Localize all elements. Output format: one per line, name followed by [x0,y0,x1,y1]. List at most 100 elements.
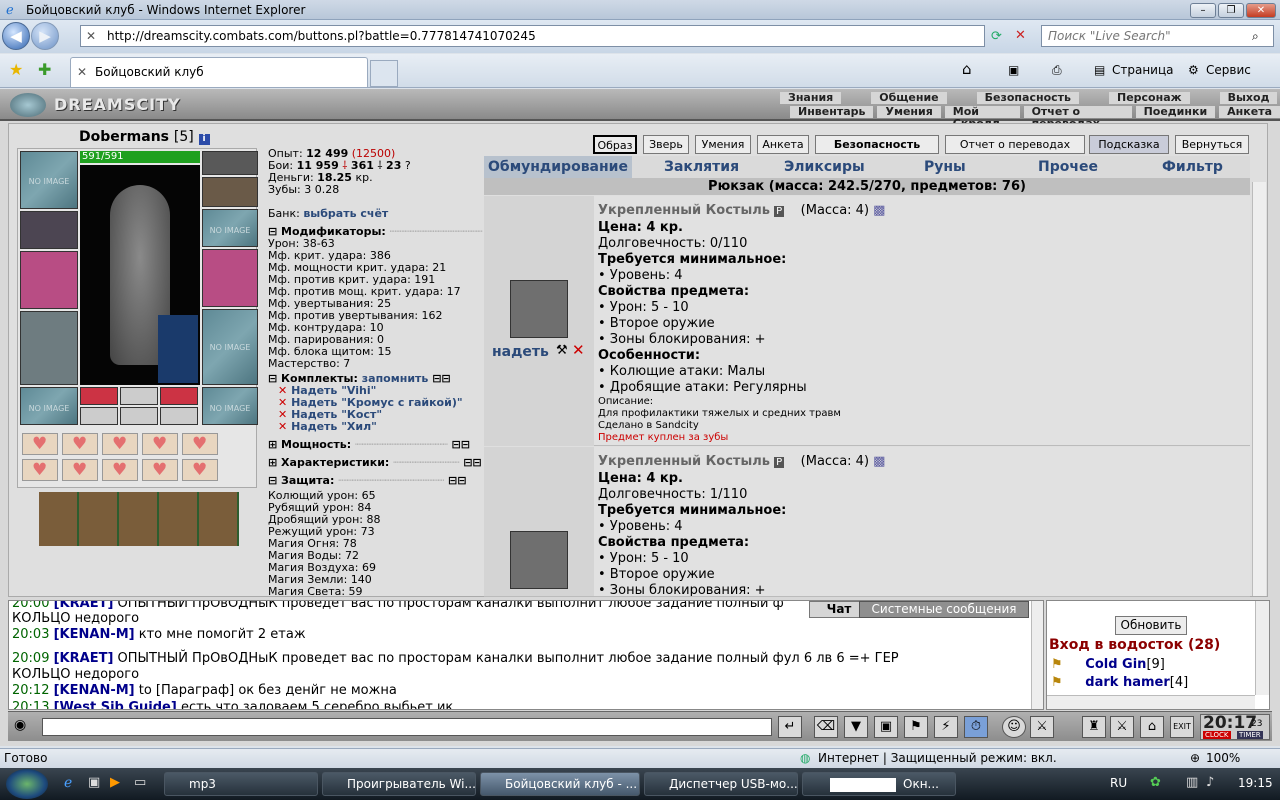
close-window-button[interactable]: ✕ [1246,3,1276,18]
save-icon[interactable]: ▣ [874,716,898,738]
smiles-icon[interactable]: ☺ [1002,716,1026,738]
media-quicklaunch-icon[interactable]: ▶ [110,775,120,790]
menu-skills[interactable]: Умения [877,106,941,118]
menu-my-scroll[interactable]: Мой Скролл [944,106,1020,130]
online-scrollbar[interactable] [1255,601,1269,695]
language-indicator[interactable]: RU [1110,776,1127,790]
minimize-button[interactable]: – [1190,3,1216,18]
fight-icon[interactable]: ⚔ [1110,716,1134,738]
scroll-slot-1[interactable] [22,433,58,455]
tab-active[interactable]: ✕ Бойцовский клуб [70,57,368,87]
wear-item-link[interactable]: надеть [492,344,549,360]
slot-ring-3[interactable] [160,387,198,405]
menu-transfer-report[interactable]: Отчет о переводах [1023,106,1132,130]
add-favorite-icon[interactable]: ✚ [38,60,51,79]
exit-icon[interactable]: EXIT [1170,716,1194,738]
tab-runes[interactable]: Руны [924,159,966,175]
slot-ring-1[interactable] [80,387,118,405]
tab-spells[interactable]: Заклятия [664,159,739,175]
scroll-slot-7[interactable] [62,459,98,481]
item-image[interactable] [510,531,568,589]
tab-filter[interactable]: Фильтр [1162,159,1223,175]
tab-elixirs[interactable]: Эликсиры [784,159,865,175]
volume-icon[interactable]: ♪ [1206,775,1214,790]
clans-icon[interactable]: ⚔ [1030,716,1054,738]
timer-label[interactable]: TIMER [1237,731,1263,739]
home-icon[interactable]: ⌂ [962,60,972,78]
bag-icon[interactable]: ♜ [1082,716,1106,738]
set-item[interactable]: ✕ Надеть "Хил" [268,421,505,433]
slot-rune-3[interactable] [160,407,198,425]
menu-fights[interactable]: Поединки [1135,106,1216,118]
slot-pants[interactable]: NO IMAGE [202,309,258,385]
item-name[interactable]: Укрепленный Костыль [598,203,770,218]
start-button[interactable] [6,769,48,799]
slot-bracers[interactable] [20,211,78,249]
effects-icons[interactable] [39,492,239,546]
item-image[interactable] [510,280,568,338]
character-avatar[interactable] [80,165,200,385]
favorites-star-icon[interactable]: ★ [9,60,23,79]
send-icon[interactable]: ↵ [778,716,802,738]
new-tab-button[interactable] [370,60,398,87]
clear-icon[interactable]: ⌫ [814,716,838,738]
explorer-quicklaunch-icon[interactable]: ▣ [88,775,100,790]
back-button[interactable]: ◀ [2,22,30,50]
slot-shield[interactable] [202,249,258,307]
desktop-quicklaunch-icon[interactable]: ▭ [134,775,146,790]
scroll-slot-6[interactable] [22,459,58,481]
online-user[interactable]: ⚑ dark hamer[4] [1051,675,1188,690]
scroll-slot-2[interactable] [62,433,98,455]
scroll-slot-5[interactable] [182,433,218,455]
task-mp3[interactable]: mp3 [164,772,318,796]
hint-button[interactable]: Подсказка [1089,135,1169,154]
menu-inventory[interactable]: Инвентарь [790,106,874,118]
chat-settings-icon[interactable]: ◉ [14,717,26,733]
menu-security[interactable]: Безопасность [976,92,1079,104]
tray-clock[interactable]: 19:15 [1238,776,1273,790]
print-icon[interactable]: ⎙ [1052,63,1062,78]
scroll-slot-4[interactable] [142,433,178,455]
slot-belt[interactable]: NO IMAGE [20,387,78,425]
scroll-slot-3[interactable] [102,433,138,455]
return-button[interactable]: Вернуться [1175,135,1249,154]
appearance-button[interactable]: Образ [593,135,637,154]
clock-label[interactable]: CLOCK [1203,731,1231,739]
transfer-report-button[interactable]: Отчет о переводах [945,135,1085,154]
chat-scrollbar[interactable] [1031,601,1043,709]
slot-armor[interactable] [20,311,78,385]
slot-weapon[interactable] [20,251,78,309]
tools-menu[interactable]: Сервис [1206,63,1251,77]
tab-other[interactable]: Прочее [1038,159,1098,175]
pet-button[interactable]: Зверь [643,135,689,154]
tab-equipment[interactable]: Обмундирование [484,156,632,178]
search-input[interactable]: Поиск "Live Search" [1041,25,1274,47]
menu-profile[interactable]: Анкета [1219,106,1280,118]
search-icon[interactable]: ⌕ [1252,29,1259,44]
slot-amulet[interactable] [202,177,258,207]
repair-icon[interactable]: ⚒ [556,343,568,358]
slot-gloves[interactable]: NO IMAGE [202,209,258,247]
bank-select-link[interactable]: выбрать счёт [303,207,388,220]
refresh-icon[interactable]: ⟳ [991,29,1002,44]
stop-icon[interactable]: ✕ [1015,28,1026,43]
ie-quicklaunch-icon[interactable]: ℯ [64,775,72,791]
refresh-button[interactable]: Обновить [1115,616,1187,635]
maximize-button[interactable]: ❐ [1218,3,1244,18]
online-hscrollbar[interactable] [1047,695,1255,709]
slot-boots[interactable]: NO IMAGE [202,387,258,425]
scroll-slot-9[interactable] [142,459,178,481]
menu-knowledge[interactable]: Знания [780,92,842,104]
slot-helmet[interactable]: NO IMAGE [20,151,78,209]
security-button[interactable]: Безопасность [815,135,939,154]
power-header[interactable]: ⊞ Мощность: ┈┈┈┈┈┈┈┈┈┈┈┈┈┈ ⊟⊟ [268,439,505,451]
tray-icon[interactable]: ✿ [1150,775,1161,790]
speed-icon[interactable]: ⏱ [964,716,988,738]
address-bar[interactable]: ✕ http://dreamscity.combats.com/buttons.… [80,25,985,47]
tab-system-messages[interactable]: Системные сообщения [859,601,1029,618]
info-icon[interactable]: i [198,134,210,145]
forward-button[interactable]: ▶ [31,22,59,50]
slot-earrings[interactable] [202,151,258,175]
delete-item-icon[interactable]: ✕ [572,341,585,359]
defense-header[interactable]: ⊟ Защита: ┈┈┈┈┈┈┈┈┈┈┈┈┈┈┈┈ ⊟⊟ [268,475,505,487]
